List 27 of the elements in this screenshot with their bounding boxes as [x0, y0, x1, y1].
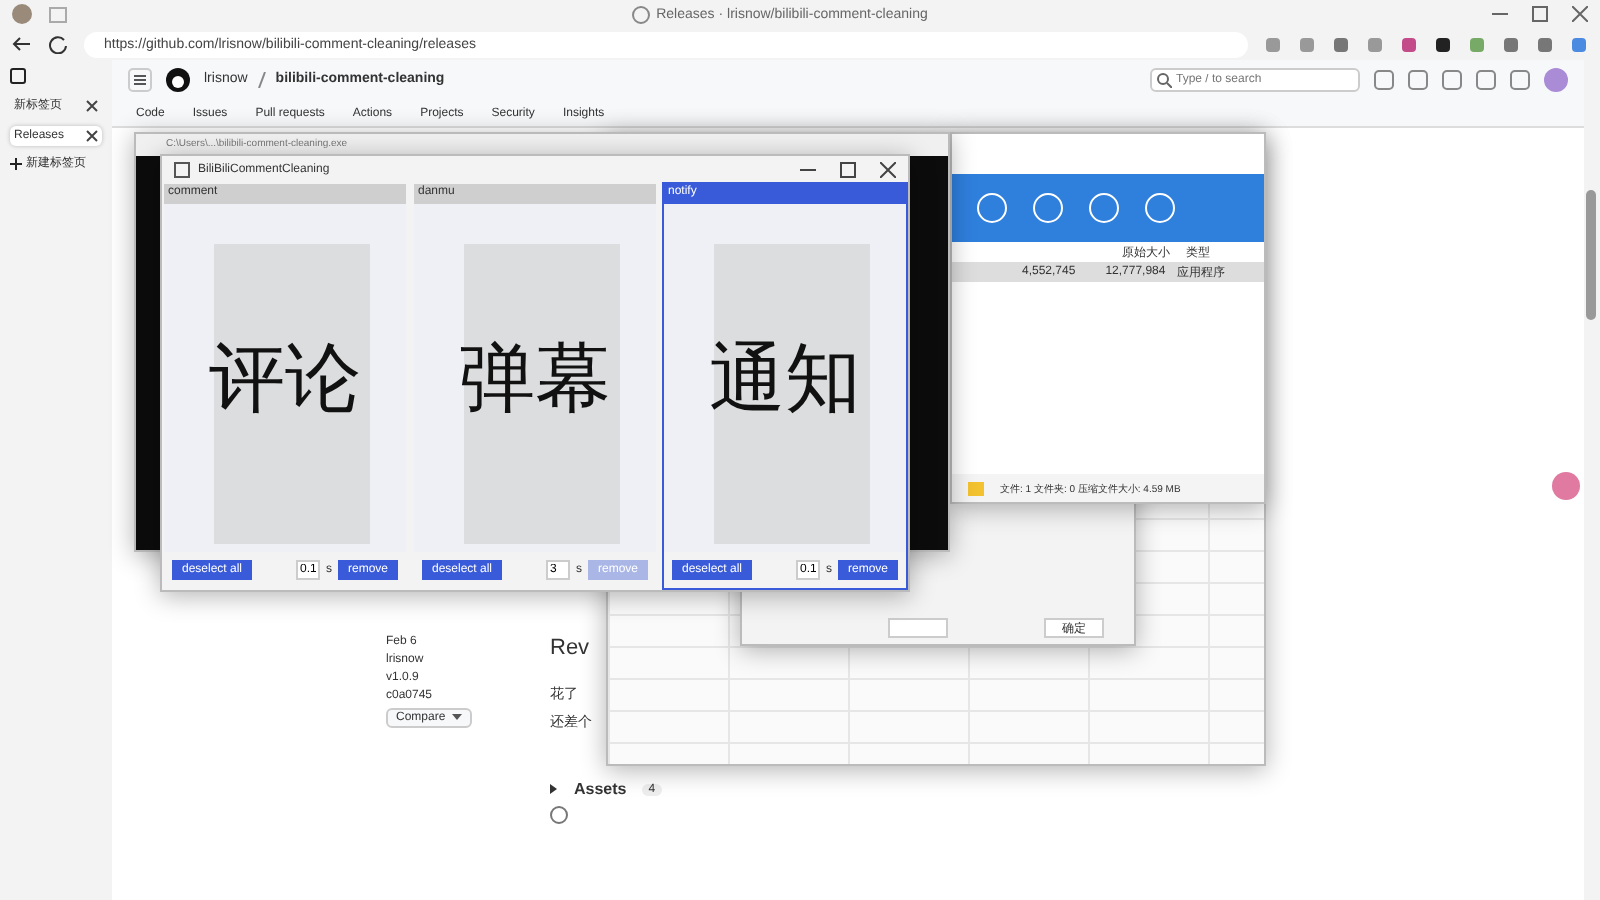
assets-toggle[interactable]: Assets: [574, 780, 627, 798]
close-icon: [880, 161, 896, 177]
close-icon: [86, 130, 98, 142]
scrollbar[interactable]: [1586, 190, 1596, 320]
dialog-button[interactable]: [888, 618, 948, 638]
back-icon: [12, 34, 32, 54]
caret-icon: [451, 714, 462, 722]
close-icon: [86, 99, 98, 111]
avatar-icon: [12, 4, 32, 24]
panel-icon: [10, 68, 26, 84]
maximize-icon: [1532, 6, 1548, 22]
search-icon: [1156, 72, 1172, 88]
floating-assistant-icon: [1552, 472, 1580, 500]
caret-icon: [550, 784, 558, 794]
close-icon: [1572, 6, 1588, 22]
avatar-icon: [1544, 68, 1568, 92]
overlay-label: 通知: [709, 331, 861, 425]
tabs-icon: [48, 4, 68, 24]
refresh-icon: [48, 34, 68, 54]
slash-icon: [257, 72, 266, 88]
maximize-icon: [840, 161, 856, 177]
app-icon: [174, 161, 190, 177]
release-title: Rev: [550, 636, 592, 660]
folder-icon: [968, 480, 984, 496]
overlay-label: 评论: [209, 331, 361, 425]
overlay-label: 弹幕: [459, 331, 611, 425]
menu-icon: [128, 68, 152, 92]
